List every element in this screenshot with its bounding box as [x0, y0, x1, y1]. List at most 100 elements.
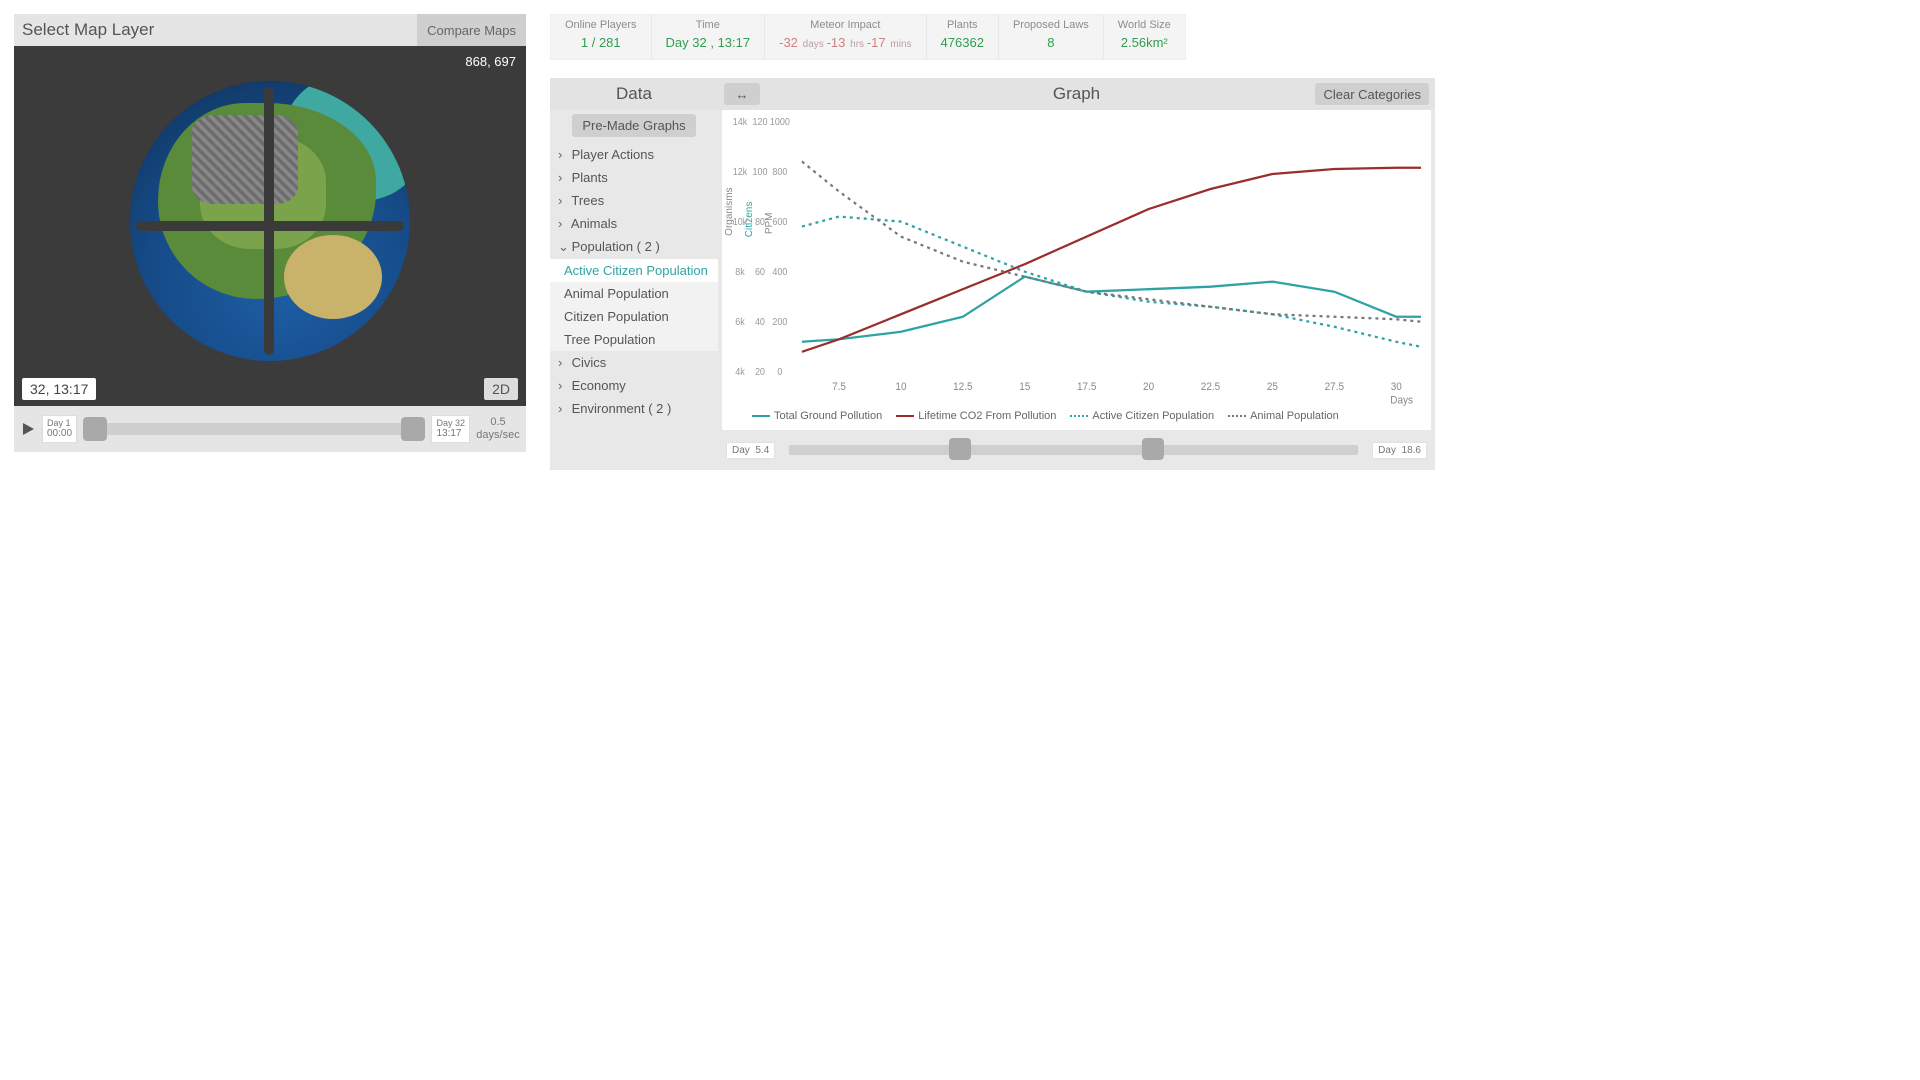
tree-item-label: Civics — [568, 355, 606, 370]
map-layer-title[interactable]: Select Map Layer — [14, 20, 154, 40]
legend-item[interactable]: Lifetime CO2 From Pollution — [896, 410, 1056, 422]
svg-text:4k: 4k — [735, 367, 745, 379]
svg-text:12.5: 12.5 — [953, 380, 972, 393]
legend-swatch — [1228, 415, 1246, 417]
chevron-right-icon: › — [558, 216, 568, 231]
tree-item-animals[interactable]: › Animals — [550, 212, 718, 235]
tree-subitem-citizen-population[interactable]: Citizen Population — [550, 305, 718, 328]
tree-item-environment[interactable]: › Environment ( 2 ) — [550, 397, 718, 420]
chevron-right-icon: › — [558, 355, 568, 370]
premade-graphs-button[interactable]: Pre-Made Graphs — [572, 114, 695, 137]
expand-arrow-button[interactable]: ↔ — [724, 83, 760, 105]
tree-item-label: Population ( 2 ) — [568, 239, 660, 254]
tree-item-economy[interactable]: › Economy — [550, 374, 718, 397]
tree-item-label: Animals — [568, 216, 617, 231]
tree-item-player[interactable]: › Player Actions — [550, 143, 718, 166]
map-panel: Select Map Layer Compare Maps 868, 697 3… — [14, 14, 526, 452]
chevron-right-icon: › — [558, 401, 568, 416]
svg-text:12k: 12k — [733, 166, 748, 178]
svg-text:27.5: 27.5 — [1325, 380, 1344, 393]
svg-text:400: 400 — [772, 267, 787, 279]
timeline-track[interactable] — [83, 423, 425, 435]
legend-item[interactable]: Active Citizen Population — [1070, 410, 1214, 422]
chart-area[interactable]: 4k6k8k10k12k14k2040608010012002004006008… — [722, 110, 1431, 406]
svg-text:20: 20 — [1143, 380, 1154, 393]
stat-value: 2.56km² — [1118, 35, 1171, 50]
stats-bar: Online Players1 / 281 Time Day 32 , 13:17 M… — [550, 14, 1186, 60]
clear-categories-button[interactable]: Clear Categories — [1315, 83, 1429, 105]
graph-end-day: Day 18.6 — [1372, 442, 1427, 459]
timeline-start-handle[interactable] — [83, 417, 107, 441]
y-axis-label-citizens: Citizens — [744, 202, 755, 238]
svg-text:30: 30 — [1391, 380, 1402, 393]
tree-item-civics[interactable]: › Civics — [550, 351, 718, 374]
legend-label: Lifetime CO2 From Pollution — [918, 410, 1056, 422]
svg-text:20: 20 — [755, 367, 765, 379]
stat-value: -32 days -13 hrs -17 mins — [779, 35, 911, 50]
stat-label: Plants — [941, 19, 984, 31]
timeline-end-handle[interactable] — [401, 417, 425, 441]
chevron-down-icon: ⌄ — [558, 239, 568, 255]
data-tree: › Player Actions› Plants› Trees› Animals… — [550, 143, 718, 420]
data-graph-panel: Data Pre-Made Graphs › Player Actions› P… — [550, 78, 1435, 470]
y-axis-label-organisms: Organisms — [724, 187, 735, 235]
tree-subitem-active-citizen-population[interactable]: Active Citizen Population — [550, 259, 718, 282]
chevron-right-icon: › — [558, 378, 568, 393]
stat-time[interactable]: Time Day 32 , 13:17 — [652, 15, 766, 59]
map-2d-toggle[interactable]: 2D — [484, 378, 518, 400]
map-viewport[interactable]: 868, 697 32, 13:17 2D — [14, 46, 526, 406]
legend-swatch — [752, 415, 770, 417]
svg-text:200: 200 — [772, 317, 787, 329]
data-column: Data Pre-Made Graphs › Player Actions› P… — [550, 78, 718, 470]
stat-label: Proposed Laws — [1013, 19, 1089, 31]
legend-item[interactable]: Animal Population — [1228, 410, 1339, 422]
timeline-start-label: Day 1 00:00 — [42, 415, 77, 443]
tree-item-label: Player Actions — [568, 147, 654, 162]
globe-render — [130, 81, 410, 361]
chevron-right-icon: › — [558, 170, 568, 185]
svg-text:10: 10 — [895, 380, 906, 393]
svg-text:0: 0 — [777, 367, 782, 379]
stat-proposed-laws[interactable]: Proposed Laws8 — [999, 15, 1104, 59]
tree-item-trees[interactable]: › Trees — [550, 189, 718, 212]
svg-text:120: 120 — [752, 116, 767, 128]
legend-item[interactable]: Total Ground Pollution — [752, 410, 882, 422]
stat-value: Day 32 , 13:17 — [666, 35, 751, 50]
svg-text:800: 800 — [772, 166, 787, 178]
graph-start-handle[interactable] — [949, 438, 971, 460]
legend-label: Total Ground Pollution — [774, 410, 882, 422]
stat-online-players[interactable]: Online Players1 / 281 — [551, 15, 652, 59]
stat-world-size[interactable]: World Size2.56km² — [1104, 15, 1185, 59]
tree-item-label: Economy — [568, 378, 626, 393]
stat-label: Time — [666, 19, 751, 31]
svg-text:22.5: 22.5 — [1201, 380, 1220, 393]
legend-swatch — [1070, 415, 1088, 417]
svg-text:Days: Days — [1390, 394, 1413, 406]
tree-item-plants[interactable]: › Plants — [550, 166, 718, 189]
graph-track[interactable] — [789, 445, 1358, 455]
graph-header: ↔ Graph Clear Categories — [718, 78, 1435, 110]
chevron-right-icon: › — [558, 147, 568, 162]
compare-maps-button[interactable]: Compare Maps — [417, 14, 526, 46]
legend-swatch — [896, 415, 914, 417]
svg-text:8k: 8k — [735, 267, 745, 279]
svg-text:17.5: 17.5 — [1077, 380, 1096, 393]
map-header: Select Map Layer Compare Maps — [14, 14, 526, 46]
timeline-speed[interactable]: 0.5 days/sec — [470, 416, 526, 442]
svg-text:40: 40 — [755, 317, 765, 329]
tree-item-population[interactable]: ⌄ Population ( 2 ) — [550, 235, 718, 259]
legend-label: Active Citizen Population — [1092, 410, 1214, 422]
stat-meteor-impact[interactable]: Meteor Impact-32 days -13 hrs -17 mins — [765, 15, 926, 59]
play-button[interactable] — [14, 406, 42, 452]
svg-text:1000: 1000 — [770, 116, 790, 128]
svg-text:6k: 6k — [735, 317, 745, 329]
graph-end-handle[interactable] — [1142, 438, 1164, 460]
graph-timeline: Day 5.4 Day 18.6 — [718, 430, 1435, 470]
tree-subitem-animal-population[interactable]: Animal Population — [550, 282, 718, 305]
svg-text:14k: 14k — [733, 116, 748, 128]
tree-subitem-tree-population[interactable]: Tree Population — [550, 328, 718, 351]
stat-plants[interactable]: Plants 476362 — [927, 15, 999, 59]
tree-item-label: Trees — [568, 193, 604, 208]
map-time-badge: 32, 13:17 — [22, 378, 96, 400]
stat-value: 476362 — [941, 35, 984, 50]
